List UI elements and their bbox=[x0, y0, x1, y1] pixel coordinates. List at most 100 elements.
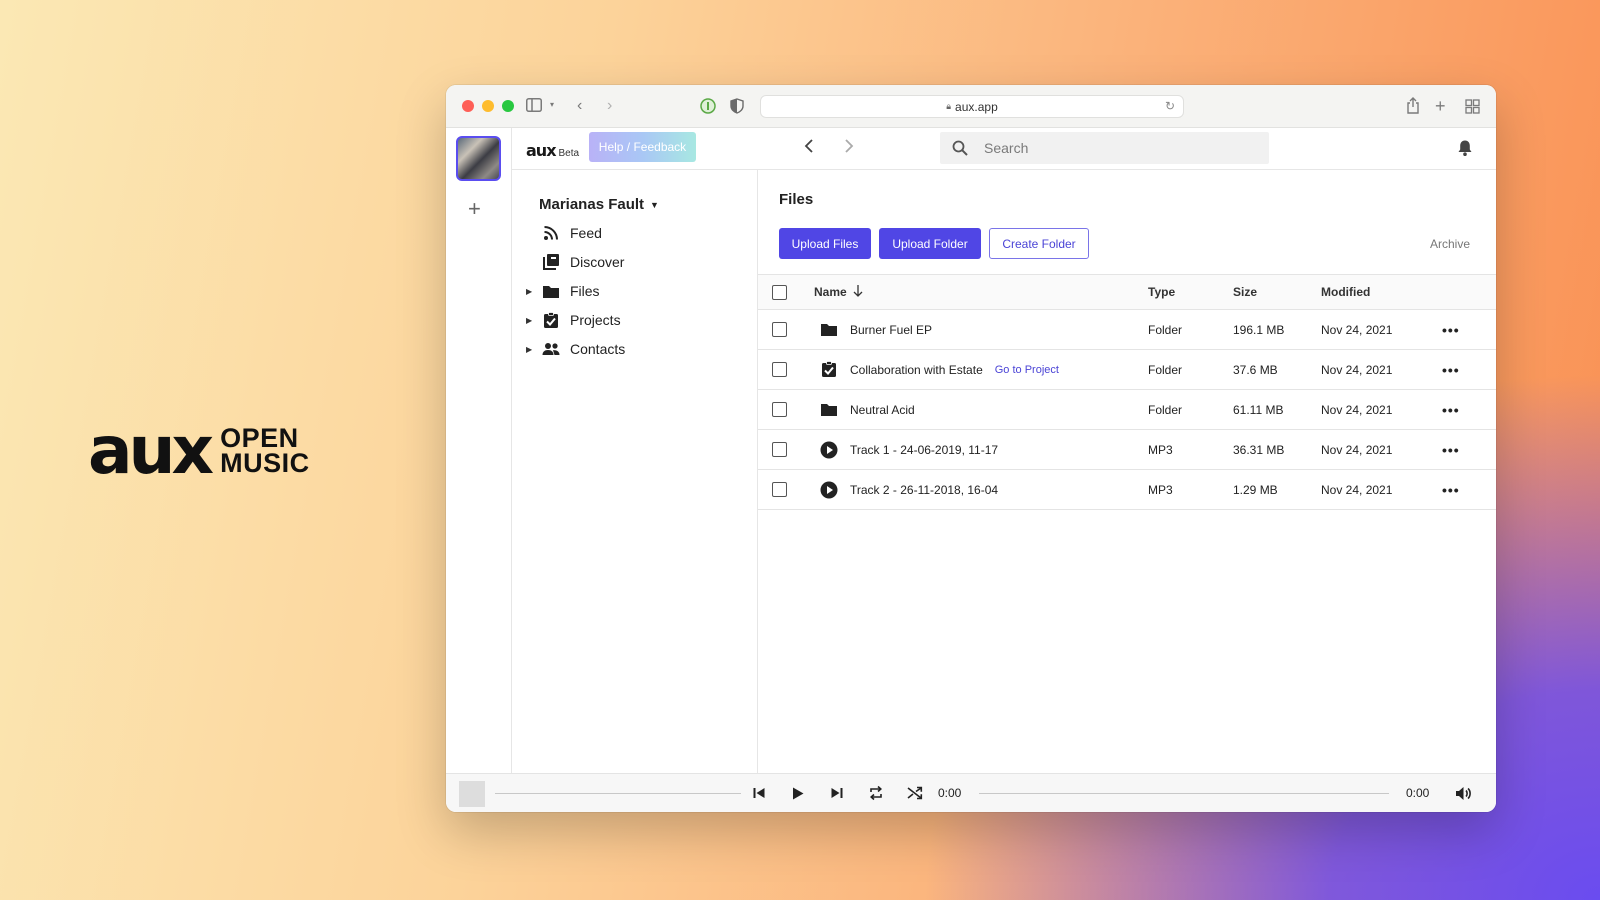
volume-icon[interactable] bbox=[1454, 784, 1472, 802]
files-panel: Files Upload Files Upload Folder Create … bbox=[758, 170, 1496, 773]
archive-link[interactable]: Archive bbox=[1430, 237, 1470, 251]
table-row[interactable]: Collaboration with Estate Go to Project … bbox=[758, 350, 1496, 390]
play-circle-icon[interactable] bbox=[820, 481, 838, 499]
file-size: 36.31 MB bbox=[1233, 442, 1285, 457]
more-options-icon[interactable]: ••• bbox=[1442, 430, 1460, 469]
password-manager-icon[interactable] bbox=[700, 98, 716, 114]
forward-arrow-icon[interactable] bbox=[844, 139, 854, 158]
repeat-icon[interactable] bbox=[867, 784, 885, 802]
row-checkbox[interactable] bbox=[772, 322, 787, 337]
more-options-icon[interactable]: ••• bbox=[1442, 350, 1460, 389]
skip-next-icon[interactable] bbox=[828, 784, 846, 802]
file-type: MP3 bbox=[1148, 442, 1173, 457]
file-modified: Nov 24, 2021 bbox=[1321, 482, 1393, 497]
row-checkbox[interactable] bbox=[772, 442, 787, 457]
app-logo[interactable]: aux Beta bbox=[526, 141, 579, 160]
sidebar-item-label: Files bbox=[570, 283, 600, 299]
go-to-project-link[interactable]: Go to Project bbox=[995, 364, 1059, 376]
search-bar[interactable] bbox=[940, 132, 1269, 164]
share-icon[interactable] bbox=[1406, 97, 1420, 114]
shuffle-icon[interactable] bbox=[906, 784, 924, 802]
address-bar[interactable]: 🔒︎ aux.app ↻ bbox=[760, 95, 1184, 118]
add-workspace-icon[interactable]: + bbox=[468, 196, 481, 222]
aux-app: + aux Beta Help / Feedback Maria bbox=[446, 128, 1496, 812]
track-duration: 0:00 bbox=[1406, 786, 1430, 800]
sidebar-item-projects[interactable]: ▶ Projects bbox=[526, 309, 621, 331]
sidebar-item-feed[interactable]: Feed bbox=[526, 222, 602, 244]
sidebar-item-discover[interactable]: Discover bbox=[526, 251, 624, 273]
tab-overview-icon[interactable] bbox=[1465, 99, 1480, 114]
expand-arrow-icon[interactable]: ▶ bbox=[526, 287, 538, 296]
close-window-button[interactable] bbox=[462, 100, 474, 112]
file-name[interactable]: Collaboration with Estate bbox=[850, 363, 983, 377]
table-row[interactable]: Burner Fuel EP Folder 196.1 MB Nov 24, 2… bbox=[758, 310, 1496, 350]
column-label: Name bbox=[814, 285, 847, 299]
table-row[interactable]: Neutral Acid Folder 61.11 MB Nov 24, 202… bbox=[758, 390, 1496, 430]
workspace-name: Marianas Fault bbox=[539, 196, 645, 213]
file-name[interactable]: Neutral Acid bbox=[850, 403, 915, 417]
more-options-icon[interactable]: ••• bbox=[1442, 470, 1460, 509]
file-type: Folder bbox=[1148, 362, 1183, 377]
play-circle-icon[interactable] bbox=[820, 441, 838, 459]
sidebar-item-contacts[interactable]: ▶ Contacts bbox=[526, 338, 625, 360]
back-arrow-icon[interactable] bbox=[804, 139, 814, 158]
expand-arrow-icon[interactable]: ▶ bbox=[526, 316, 538, 325]
more-options-icon[interactable]: ••• bbox=[1442, 390, 1460, 429]
file-name[interactable]: Burner Fuel EP bbox=[850, 323, 932, 337]
select-all-checkbox[interactable] bbox=[772, 284, 787, 300]
more-options-icon[interactable]: ••• bbox=[1442, 310, 1460, 349]
play-icon[interactable] bbox=[789, 784, 807, 802]
browser-back-icon[interactable]: ‹ bbox=[577, 97, 582, 115]
seek-bar[interactable] bbox=[979, 793, 1389, 794]
file-name[interactable]: Track 2 - 26-11-2018, 16-04 bbox=[850, 483, 998, 497]
sidebar-toggle-icon[interactable] bbox=[526, 98, 542, 112]
browser-forward-icon[interactable]: › bbox=[607, 97, 612, 115]
skip-previous-icon[interactable] bbox=[750, 784, 768, 802]
file-type: Folder bbox=[1148, 322, 1183, 337]
column-size-header[interactable]: Size bbox=[1233, 275, 1257, 309]
window-controls bbox=[462, 100, 514, 112]
folder-icon bbox=[820, 321, 838, 339]
create-folder-button[interactable]: Create Folder bbox=[989, 228, 1089, 259]
file-name[interactable]: Track 1 - 24-06-2019, 11-17 bbox=[850, 443, 998, 457]
expand-arrow-icon[interactable]: ▶ bbox=[526, 345, 538, 354]
page-title: Files bbox=[779, 191, 814, 208]
table-row[interactable]: Track 2 - 26-11-2018, 16-04 MP3 1.29 MB … bbox=[758, 470, 1496, 510]
file-modified: Nov 24, 2021 bbox=[1321, 402, 1393, 417]
sidebar: Marianas Fault ▼ Feed Discover ▶ Files ▶… bbox=[512, 170, 758, 773]
aux-open-music-logo: aux OPEN MUSIC bbox=[88, 418, 310, 484]
sidebar-item-files[interactable]: ▶ Files bbox=[526, 280, 600, 302]
workspace-avatar[interactable] bbox=[456, 136, 501, 181]
file-modified: Nov 24, 2021 bbox=[1321, 442, 1393, 457]
upload-folder-button[interactable]: Upload Folder bbox=[879, 228, 981, 259]
rss-icon bbox=[542, 224, 560, 242]
column-modified-header[interactable]: Modified bbox=[1321, 275, 1370, 309]
column-type-header[interactable]: Type bbox=[1148, 275, 1175, 309]
row-checkbox[interactable] bbox=[772, 362, 787, 377]
minimize-window-button[interactable] bbox=[482, 100, 494, 112]
app-header: aux Beta Help / Feedback bbox=[512, 128, 1496, 170]
file-size: 1.29 MB bbox=[1233, 482, 1278, 497]
row-checkbox[interactable] bbox=[772, 482, 787, 497]
shield-icon[interactable] bbox=[730, 98, 744, 114]
sidebar-item-label: Contacts bbox=[570, 341, 626, 357]
reload-icon[interactable]: ↻ bbox=[1165, 99, 1175, 113]
workspace-selector[interactable]: Marianas Fault ▼ bbox=[539, 196, 659, 213]
file-type: Folder bbox=[1148, 402, 1183, 417]
table-row[interactable]: Track 1 - 24-06-2019, 11-17 MP3 36.31 MB… bbox=[758, 430, 1496, 470]
brand-line-2: MUSIC bbox=[220, 448, 310, 478]
help-feedback-button[interactable]: Help / Feedback bbox=[589, 132, 696, 162]
volume-track[interactable] bbox=[495, 793, 741, 794]
row-checkbox[interactable] bbox=[772, 402, 787, 417]
folder-icon bbox=[820, 401, 838, 419]
file-type: MP3 bbox=[1148, 482, 1173, 497]
zoom-window-button[interactable] bbox=[502, 100, 514, 112]
column-name-header[interactable]: Name bbox=[814, 275, 863, 309]
new-tab-icon[interactable]: + bbox=[1435, 96, 1446, 117]
sidebar-item-label: Projects bbox=[570, 312, 621, 328]
file-size: 196.1 MB bbox=[1233, 322, 1285, 337]
notifications-bell-icon[interactable] bbox=[1456, 139, 1474, 157]
upload-files-button[interactable]: Upload Files bbox=[779, 228, 871, 259]
search-input[interactable] bbox=[984, 140, 1244, 156]
chevron-down-icon[interactable]: ▾ bbox=[550, 100, 554, 109]
